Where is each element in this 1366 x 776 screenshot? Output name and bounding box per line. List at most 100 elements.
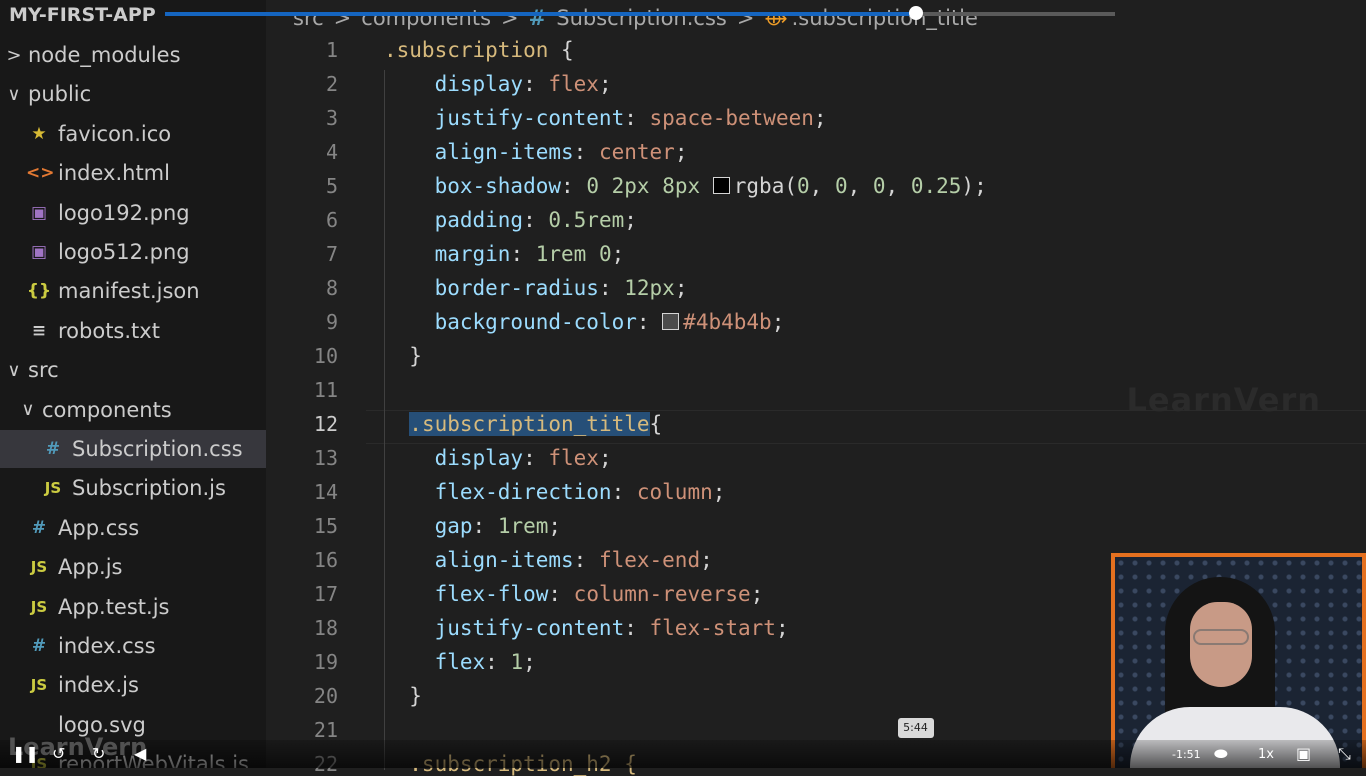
- tree-item-public[interactable]: ∨ public: [0, 75, 266, 113]
- code-line[interactable]: border-radius: 12px;: [384, 276, 688, 300]
- progress-scrubber-handle[interactable]: [908, 6, 923, 20]
- code-token: :: [624, 616, 650, 640]
- code-token: flex-direction: [384, 480, 612, 504]
- forward-icon[interactable]: ↻: [92, 744, 105, 763]
- tree-item-app-css[interactable]: # App.css: [0, 509, 266, 547]
- code-token: {: [548, 38, 574, 62]
- code-line[interactable]: .subscription {: [384, 38, 574, 62]
- line-number: 5: [325, 174, 338, 198]
- project-title[interactable]: MY-FIRST-APP: [9, 4, 156, 26]
- code-line[interactable]: justify-content: flex-start;: [384, 616, 789, 640]
- code-token: 1: [510, 650, 524, 674]
- text-file-icon: ≡: [31, 320, 47, 341]
- picture-in-picture-icon[interactable]: ▣: [1296, 744, 1311, 763]
- code-line[interactable]: display: flex;: [384, 72, 612, 96]
- code-token: ;: [598, 446, 612, 470]
- code-line[interactable]: .subscription_title{: [384, 412, 662, 436]
- color-swatch-icon[interactable]: [662, 313, 680, 330]
- code-token: :: [624, 106, 650, 130]
- exit-fullscreen-icon[interactable]: ⤡: [1338, 744, 1351, 764]
- image-icon: ▣: [30, 202, 48, 223]
- code-token: {: [649, 412, 663, 436]
- breadcrumb-components[interactable]: components: [361, 6, 491, 30]
- chevron-right-icon[interactable]: >: [6, 45, 22, 66]
- tree-item-subscription-js[interactable]: JS Subscription.js: [0, 469, 266, 507]
- tree-item-label: App.test.js: [58, 594, 170, 619]
- code-token: border-radius: [384, 276, 599, 300]
- breadcrumb-file[interactable]: Subscription.css: [556, 6, 727, 30]
- instructor-webcam: [1111, 553, 1366, 768]
- code-line[interactable]: gap: 1rem;: [384, 514, 561, 538]
- chevron-down-icon[interactable]: ∨: [6, 84, 22, 105]
- line-number: 13: [313, 446, 338, 470]
- code-token: :: [611, 480, 637, 504]
- code-line[interactable]: align-items: flex-end;: [384, 548, 713, 572]
- code-line[interactable]: align-items: center;: [384, 140, 688, 164]
- code-line[interactable]: justify-content: space-between;: [384, 106, 827, 130]
- code-token: ,: [809, 174, 835, 198]
- code-token: ;: [598, 72, 612, 96]
- code-token: justify-content: [384, 616, 625, 640]
- code-line[interactable]: display: flex;: [384, 446, 612, 470]
- code-token: ;: [771, 310, 785, 334]
- code-token: 8px: [662, 174, 713, 198]
- tree-item-index-css[interactable]: # index.css: [0, 627, 266, 665]
- tree-item-label: App.css: [58, 515, 140, 540]
- webcam-video: [1115, 557, 1362, 768]
- tree-item-label: node_modules: [28, 43, 181, 67]
- playback-speed-button[interactable]: 1x: [1258, 747, 1274, 762]
- learnvern-watermark: LearnVern: [1126, 381, 1321, 419]
- css-selector-symbol-icon: ⟴: [764, 6, 788, 30]
- code-token: ;: [750, 582, 764, 606]
- tree-item-robots-txt[interactable]: ≡ robots.txt: [0, 312, 266, 350]
- autoplay-toggle-icon[interactable]: ⬬: [1214, 744, 1228, 764]
- code-token: padding: [384, 208, 524, 232]
- code-line[interactable]: }: [384, 684, 422, 708]
- code-line[interactable]: flex: 1;: [384, 650, 536, 674]
- tree-item-index-html[interactable]: <> index.html: [0, 154, 266, 192]
- tree-item-subscription-css[interactable]: # Subscription.css: [0, 430, 266, 468]
- code-line[interactable]: }: [384, 344, 422, 368]
- line-number: 10: [313, 344, 338, 368]
- code-token: 12px: [624, 276, 675, 300]
- tree-item-app-test-js[interactable]: JS App.test.js: [0, 588, 266, 626]
- tree-item-manifest-json[interactable]: {} manifest.json: [0, 272, 266, 310]
- breadcrumb-src[interactable]: src: [293, 6, 324, 30]
- tree-item-src[interactable]: ∨ src: [0, 351, 266, 389]
- tree-item-components[interactable]: ∨ components: [0, 391, 266, 429]
- tree-item-app-js[interactable]: JS App.js: [0, 548, 266, 586]
- code-line[interactable]: padding: 0.5rem;: [384, 208, 637, 232]
- rewind-icon[interactable]: ↺: [52, 744, 65, 763]
- code-token: justify-content: [384, 106, 625, 130]
- breadcrumb-symbol[interactable]: .subscription_title: [792, 6, 978, 30]
- line-number: 3: [325, 106, 338, 130]
- code-line[interactable]: flex-direction: column;: [384, 480, 726, 504]
- code-token: center: [598, 140, 675, 164]
- code-token: box-shadow: [384, 174, 562, 198]
- tree-item-node-modules[interactable]: > node_modules: [0, 36, 266, 74]
- code-line[interactable]: flex-flow: column-reverse;: [384, 582, 764, 606]
- code-token: flex: [548, 446, 599, 470]
- tree-item-logo192-png[interactable]: ▣ logo192.png: [0, 194, 266, 232]
- volume-icon[interactable]: ◀: [134, 744, 146, 763]
- code-token: );: [961, 174, 987, 198]
- tree-item-label: Subscription.css: [72, 437, 243, 461]
- code-line[interactable]: box-shadow: 0 2px 8px rgba(0, 0, 0, 0.25…: [384, 174, 987, 198]
- code-token: align-items: [384, 140, 574, 164]
- tree-item-logo512-png[interactable]: ▣ logo512.png: [0, 233, 266, 271]
- tree-item-favicon-ico[interactable]: ★ favicon.ico: [0, 115, 266, 153]
- code-line[interactable]: background-color: #4b4b4b;: [384, 310, 785, 334]
- code-line[interactable]: margin: 1rem 0;: [384, 242, 625, 266]
- chevron-down-icon[interactable]: ∨: [6, 360, 22, 381]
- line-number: 9: [325, 310, 338, 334]
- code-token: ,: [885, 174, 911, 198]
- code-token: :: [523, 446, 549, 470]
- color-swatch-icon[interactable]: [712, 177, 730, 194]
- chevron-down-icon[interactable]: ∨: [20, 399, 36, 420]
- tree-item-index-js[interactable]: JS index.js: [0, 666, 266, 704]
- pause-icon[interactable]: ❚❚: [12, 744, 39, 763]
- code-token: #4b4b4b: [683, 310, 772, 334]
- tree-item-label: index.css: [58, 634, 156, 658]
- code-token: ;: [548, 514, 562, 538]
